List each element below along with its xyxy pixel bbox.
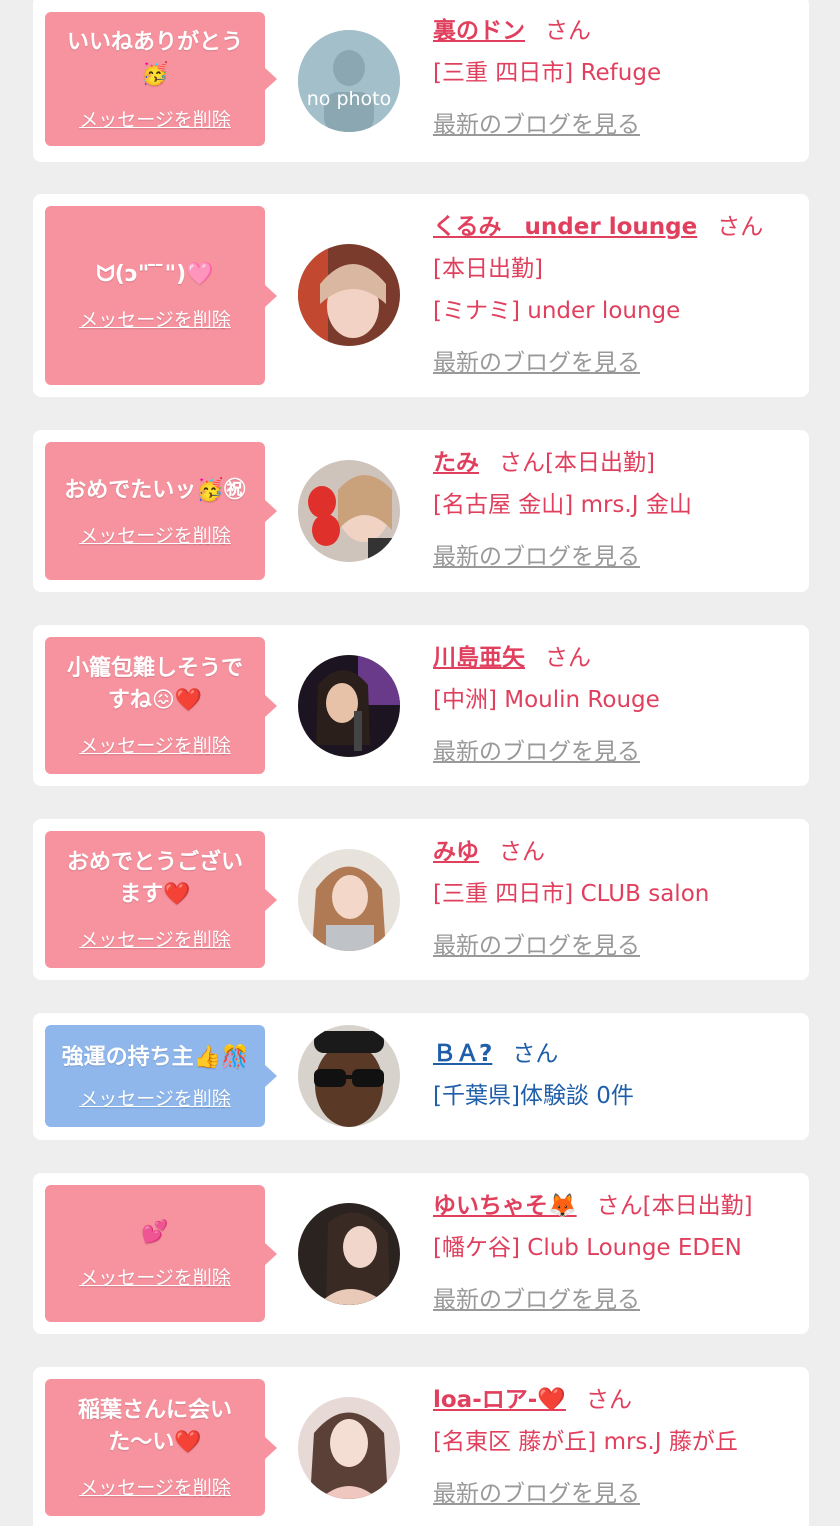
list-item: おめでたいッ🥳㊗ メッセージを削除 たみ さん[本日出勤] [名古屋 金山] mr… — [33, 430, 809, 592]
message-text: 強運の持ち主👍🎊 — [61, 1044, 249, 1070]
message-text: 小籠包難しそうですね😖❤️ — [66, 656, 243, 713]
list-item: 稲葉さんに会いた〜い❤️ メッセージを削除 loa-ロア-❤️ さん [名東区 藤… — [33, 1367, 809, 1526]
list-item: おめでとうございます❤️ メッセージを削除 みゆ さん [三重 四日市] CLUB… — [33, 819, 809, 980]
user-info: みゆ さん [三重 四日市] CLUB salon 最新のブログを見る — [433, 831, 795, 967]
shop-info: [幡ケ谷] Club Lounge EDEN — [433, 1235, 742, 1261]
user-name-link[interactable]: 川島亜矢 — [433, 645, 525, 671]
delete-message-link[interactable]: メッセージを削除 — [79, 1263, 231, 1290]
message-bubble: 強運の持ち主👍🎊 メッセージを削除 — [45, 1025, 277, 1127]
user-name-link[interactable]: くるみ under lounge — [433, 214, 697, 240]
user-info: ＢＡ? さん [千葉県]体験談 0件 — [433, 1033, 795, 1117]
user-name-link[interactable]: みゆ — [433, 839, 479, 865]
message-text: おめでとうございます❤️ — [66, 850, 243, 907]
shop-info: [名古屋 金山] mrs.J 金山 — [433, 492, 692, 518]
shop-info: [三重 四日市] CLUB salon — [433, 881, 710, 907]
honorific: さん — [499, 839, 545, 865]
message-bubble: ᗢ(ɔ" ̄ ̄")🩷 メッセージを削除 — [45, 206, 277, 385]
latest-blog-link[interactable]: 最新のブログを見る — [433, 104, 795, 146]
user-info: 川島亜矢 さん [中洲] Moulin Rouge 最新のブログを見る — [433, 637, 795, 773]
message-text: いいねありがとう🥳 — [66, 29, 243, 87]
delete-message-link[interactable]: メッセージを削除 — [79, 925, 231, 952]
user-info: くるみ under lounge さん[本日出勤] [ミナミ] under lou… — [433, 206, 795, 384]
delete-message-link[interactable]: メッセージを削除 — [79, 731, 231, 758]
list-item: いいねありがとう🥳 メッセージを削除 no photo 裏のドン さん [三重 四… — [33, 0, 809, 162]
delete-message-link[interactable]: メッセージを削除 — [79, 1473, 231, 1500]
message-bubble: 稲葉さんに会いた〜い❤️ メッセージを削除 — [45, 1379, 277, 1516]
avatar[interactable] — [298, 655, 400, 757]
message-bubble: おめでたいッ🥳㊗ メッセージを削除 — [45, 442, 277, 580]
latest-blog-link[interactable]: 最新のブログを見る — [433, 342, 795, 384]
user-name-link[interactable]: 裏のドン — [433, 18, 525, 44]
latest-blog-link[interactable]: 最新のブログを見る — [433, 1473, 795, 1515]
honorific: さん — [545, 645, 591, 671]
latest-blog-link[interactable]: 最新のブログを見る — [433, 1279, 795, 1321]
delete-message-link[interactable]: メッセージを削除 — [79, 521, 231, 548]
latest-blog-link[interactable]: 最新のブログを見る — [433, 731, 795, 773]
message-text: ᗢ(ɔ" ̄ ̄")🩷 — [96, 262, 214, 287]
shop-info: [中洲] Moulin Rouge — [433, 687, 660, 713]
avatar[interactable] — [298, 1203, 400, 1305]
user-info: 裏のドン さん [三重 四日市] Refuge 最新のブログを見る — [433, 10, 795, 146]
delete-message-link[interactable]: メッセージを削除 — [79, 305, 231, 332]
latest-blog-link[interactable]: 最新のブログを見る — [433, 536, 795, 578]
user-info: ゆいちゃそ🦊 さん[本日出勤] [幡ケ谷] Club Lounge EDEN 最新… — [433, 1185, 795, 1321]
list-item: 小籠包難しそうですね😖❤️ メッセージを削除 川島亜矢 さん [中洲] Mouli… — [33, 625, 809, 786]
user-name-link[interactable]: ゆいちゃそ🦊 — [433, 1193, 577, 1219]
user-name-link[interactable]: loa-ロア-❤️ — [433, 1387, 566, 1413]
honorific: さん — [585, 1387, 632, 1413]
list-item: 強運の持ち主👍🎊 メッセージを削除 ＢＡ? さん [千葉県]体験談 0件 — [33, 1013, 809, 1140]
shop-info: [三重 四日市] Refuge — [433, 60, 662, 86]
user-info: たみ さん[本日出勤] [名古屋 金山] mrs.J 金山 最新のブログを見る — [433, 442, 795, 578]
no-photo-label: no photo — [306, 88, 392, 110]
honorific: さん[本日出勤] — [499, 450, 655, 476]
list-item: ᗢ(ɔ" ̄ ̄")🩷 メッセージを削除 くるみ under lounge さん[… — [33, 194, 809, 397]
list-item: 💕 メッセージを削除 ゆいちゃそ🦊 さん[本日出勤] [幡ケ谷] Club Lou… — [33, 1173, 809, 1334]
avatar[interactable] — [298, 1025, 400, 1127]
message-bubble: いいねありがとう🥳 メッセージを削除 — [45, 12, 277, 146]
avatar[interactable] — [298, 244, 400, 346]
avatar[interactable] — [298, 849, 400, 951]
delete-message-link[interactable]: メッセージを削除 — [79, 105, 231, 132]
avatar[interactable] — [298, 1397, 400, 1499]
message-text: 稲葉さんに会いた〜い❤️ — [77, 1398, 232, 1455]
message-bubble: 💕 メッセージを削除 — [45, 1185, 277, 1322]
shop-info: [千葉県]体験談 0件 — [433, 1083, 634, 1109]
message-text: 💕 — [141, 1220, 169, 1245]
message-bubble: おめでとうございます❤️ メッセージを削除 — [45, 831, 277, 968]
user-name-link[interactable]: ＢＡ? — [433, 1041, 492, 1067]
shop-info: [ミナミ] under lounge — [433, 298, 681, 324]
avatar[interactable] — [298, 460, 400, 562]
user-info: loa-ロア-❤️ さん [名東区 藤が丘] mrs.J 藤が丘 最新のブログを見… — [433, 1379, 795, 1515]
honorific: さん[本日出勤] — [596, 1193, 753, 1219]
shop-info: [名東区 藤が丘] mrs.J 藤が丘 — [433, 1429, 738, 1455]
user-name-link[interactable]: たみ — [433, 450, 479, 476]
latest-blog-link[interactable]: 最新のブログを見る — [433, 925, 795, 967]
message-text: おめでたいッ🥳㊗ — [64, 477, 246, 503]
delete-message-link[interactable]: メッセージを削除 — [79, 1084, 231, 1111]
avatar[interactable]: no photo — [298, 30, 400, 132]
message-bubble: 小籠包難しそうですね😖❤️ メッセージを削除 — [45, 637, 277, 774]
honorific: さん — [512, 1041, 559, 1067]
honorific: さん — [545, 18, 591, 44]
